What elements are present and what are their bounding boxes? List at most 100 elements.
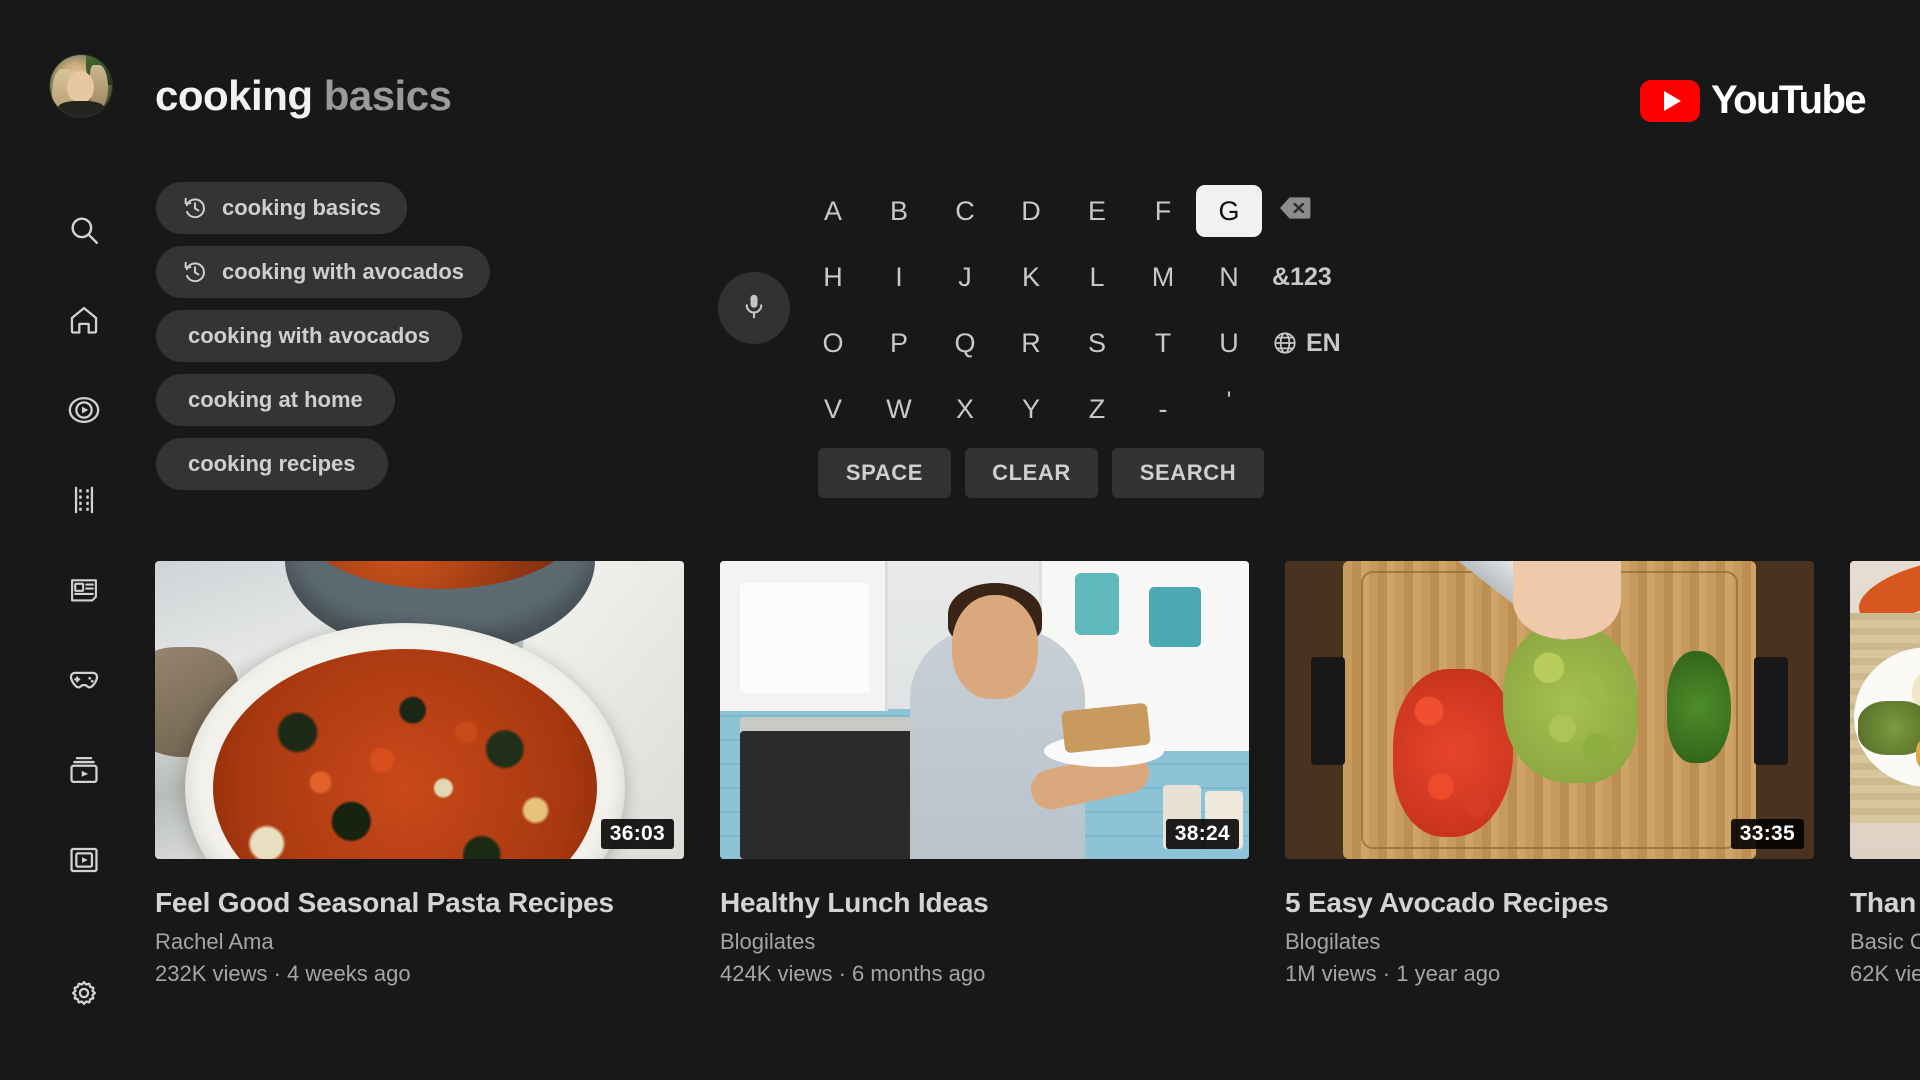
suggestion-label: cooking with avocados: [188, 323, 431, 348]
sidebar-item-news[interactable]: [59, 565, 109, 615]
video-card-2[interactable]: 33:35 5 Easy Avocado Recipes Blogilates …: [1285, 561, 1814, 987]
gear-icon: [67, 978, 101, 1017]
thanksgiving-plate-thumbnail[interactable]: [1850, 561, 1920, 859]
clear-button[interactable]: CLEAR: [965, 448, 1098, 498]
page-title: cooking basics: [155, 72, 452, 120]
key-p[interactable]: P: [866, 317, 932, 369]
avatar-body: [58, 101, 104, 117]
thumb-handle-right: [1754, 657, 1788, 765]
keyboard-row-0: A B C D E F G: [800, 178, 1330, 244]
suggestion-chip-4[interactable]: cooking recipes: [156, 438, 388, 490]
key-h[interactable]: H: [800, 251, 866, 303]
sidebar-item-library[interactable]: [59, 835, 109, 885]
key-f[interactable]: F: [1130, 185, 1196, 237]
key-e[interactable]: E: [1064, 185, 1130, 237]
suggestion-chip-2[interactable]: cooking with avocados: [156, 310, 463, 362]
key-symbols[interactable]: &123: [1262, 251, 1342, 303]
keyboard-actions: SPACE CLEAR SEARCH: [818, 448, 1264, 498]
keyboard-row-3: V W X Y Z - ': [800, 376, 1330, 442]
key-j[interactable]: J: [932, 251, 998, 303]
key-l[interactable]: L: [1064, 251, 1130, 303]
backspace-icon: [1278, 195, 1312, 228]
thumb-hand: [1513, 561, 1621, 639]
key-language[interactable]: EN: [1262, 317, 1351, 369]
keyboard-row-1: H I J K L M N &123: [800, 244, 1332, 310]
key-c[interactable]: C: [932, 185, 998, 237]
sidebar-item-settings[interactable]: [59, 972, 109, 1022]
video-channel: Basic C: [1850, 929, 1920, 954]
key-n[interactable]: N: [1196, 251, 1262, 303]
language-label: EN: [1306, 328, 1341, 357]
search-suggestions: cooking basics cooking with avocados coo…: [156, 182, 491, 490]
key-o[interactable]: O: [800, 317, 866, 369]
key-y[interactable]: Y: [998, 383, 1064, 435]
key-z[interactable]: Z: [1064, 383, 1130, 435]
sidebar-item-gaming[interactable]: [59, 655, 109, 705]
key-u[interactable]: U: [1196, 317, 1262, 369]
sidebar-item-search[interactable]: [59, 205, 109, 255]
suggestion-chip-1[interactable]: cooking with avocados: [156, 246, 491, 298]
youtube-wordmark: YouTube: [1711, 78, 1867, 122]
video-duration: 36:03: [600, 819, 674, 849]
space-button[interactable]: SPACE: [818, 448, 951, 498]
key-d[interactable]: D: [998, 185, 1064, 237]
voice-search-button[interactable]: [718, 272, 790, 344]
key-v[interactable]: V: [800, 383, 866, 435]
video-meta: 1M views · 1 year ago: [1285, 961, 1501, 986]
onscreen-keyboard: A B C D E F G H I J K L M N &123 O P Q R…: [800, 178, 1341, 442]
home-icon: [67, 303, 101, 337]
thumb-window: [740, 583, 870, 693]
key-r[interactable]: R: [998, 317, 1064, 369]
youtube-logo: YouTube: [1640, 78, 1867, 123]
video-card-1[interactable]: 38:24 Healthy Lunch Ideas Blogilates 424…: [720, 561, 1249, 987]
cutting-board-thumbnail[interactable]: 33:35: [1285, 561, 1814, 859]
video-title: Feel Good Seasonal Pasta Recipes: [155, 887, 614, 918]
key-t[interactable]: T: [1130, 317, 1196, 369]
key-q[interactable]: Q: [932, 317, 998, 369]
key-i[interactable]: I: [866, 251, 932, 303]
pasta-bowl-thumbnail[interactable]: 36:03: [155, 561, 684, 859]
video-card-0[interactable]: 36:03 Feel Good Seasonal Pasta Recipes R…: [155, 561, 684, 987]
key-s[interactable]: S: [1064, 317, 1130, 369]
video-meta: 232K views · 4 weeks ago: [155, 961, 411, 986]
subscriptions-icon: [67, 753, 101, 787]
sidebar-item-shorts[interactable]: [59, 385, 109, 435]
video-meta: 424K views · 6 months ago: [720, 961, 986, 986]
video-meta: 62K vie: [1850, 961, 1920, 986]
search-results-shelf: 36:03 Feel Good Seasonal Pasta Recipes R…: [155, 561, 1920, 987]
suggestion-chip-3[interactable]: cooking at home: [156, 374, 395, 426]
video-channel: Rachel Ama: [155, 929, 274, 954]
key-a[interactable]: A: [800, 185, 866, 237]
video-duration: 38:24: [1165, 819, 1239, 849]
key-apostrophe[interactable]: ': [1196, 383, 1262, 435]
avatar-face: [67, 71, 94, 103]
thumb-green-beans: [1858, 701, 1920, 755]
suggestion-label: cooking at home: [188, 387, 363, 412]
key-m[interactable]: M: [1130, 251, 1196, 303]
sidebar-item-subscriptions[interactable]: [59, 745, 109, 795]
key-hyphen[interactable]: -: [1130, 383, 1196, 435]
sidebar: [0, 0, 168, 1080]
video-title: Healthy Lunch Ideas: [720, 887, 989, 918]
key-g[interactable]: G: [1196, 185, 1262, 237]
key-k[interactable]: K: [998, 251, 1064, 303]
history-icon: [182, 259, 208, 285]
key-w[interactable]: W: [866, 383, 932, 435]
thumb-jar-2: [1149, 587, 1201, 647]
news-icon: [67, 573, 101, 607]
suggestion-chip-0[interactable]: cooking basics: [156, 182, 407, 234]
thumb-chopped-tomato: [1393, 669, 1513, 837]
avatar[interactable]: [50, 55, 112, 117]
key-b[interactable]: B: [866, 185, 932, 237]
key-x[interactable]: X: [932, 383, 998, 435]
search-query-typed: cooking: [155, 72, 313, 119]
search-button[interactable]: SEARCH: [1112, 448, 1264, 498]
thumb-person-head: [952, 595, 1038, 699]
sidebar-item-home[interactable]: [59, 295, 109, 345]
youtube-play-icon: [1640, 79, 1701, 122]
video-card-3[interactable]: Than Basic C 62K vie: [1850, 561, 1920, 987]
kitchen-sandwich-thumbnail[interactable]: 38:24: [720, 561, 1249, 859]
key-backspace[interactable]: [1262, 185, 1328, 237]
sidebar-nav: [0, 205, 168, 885]
sidebar-item-movies[interactable]: [59, 475, 109, 525]
